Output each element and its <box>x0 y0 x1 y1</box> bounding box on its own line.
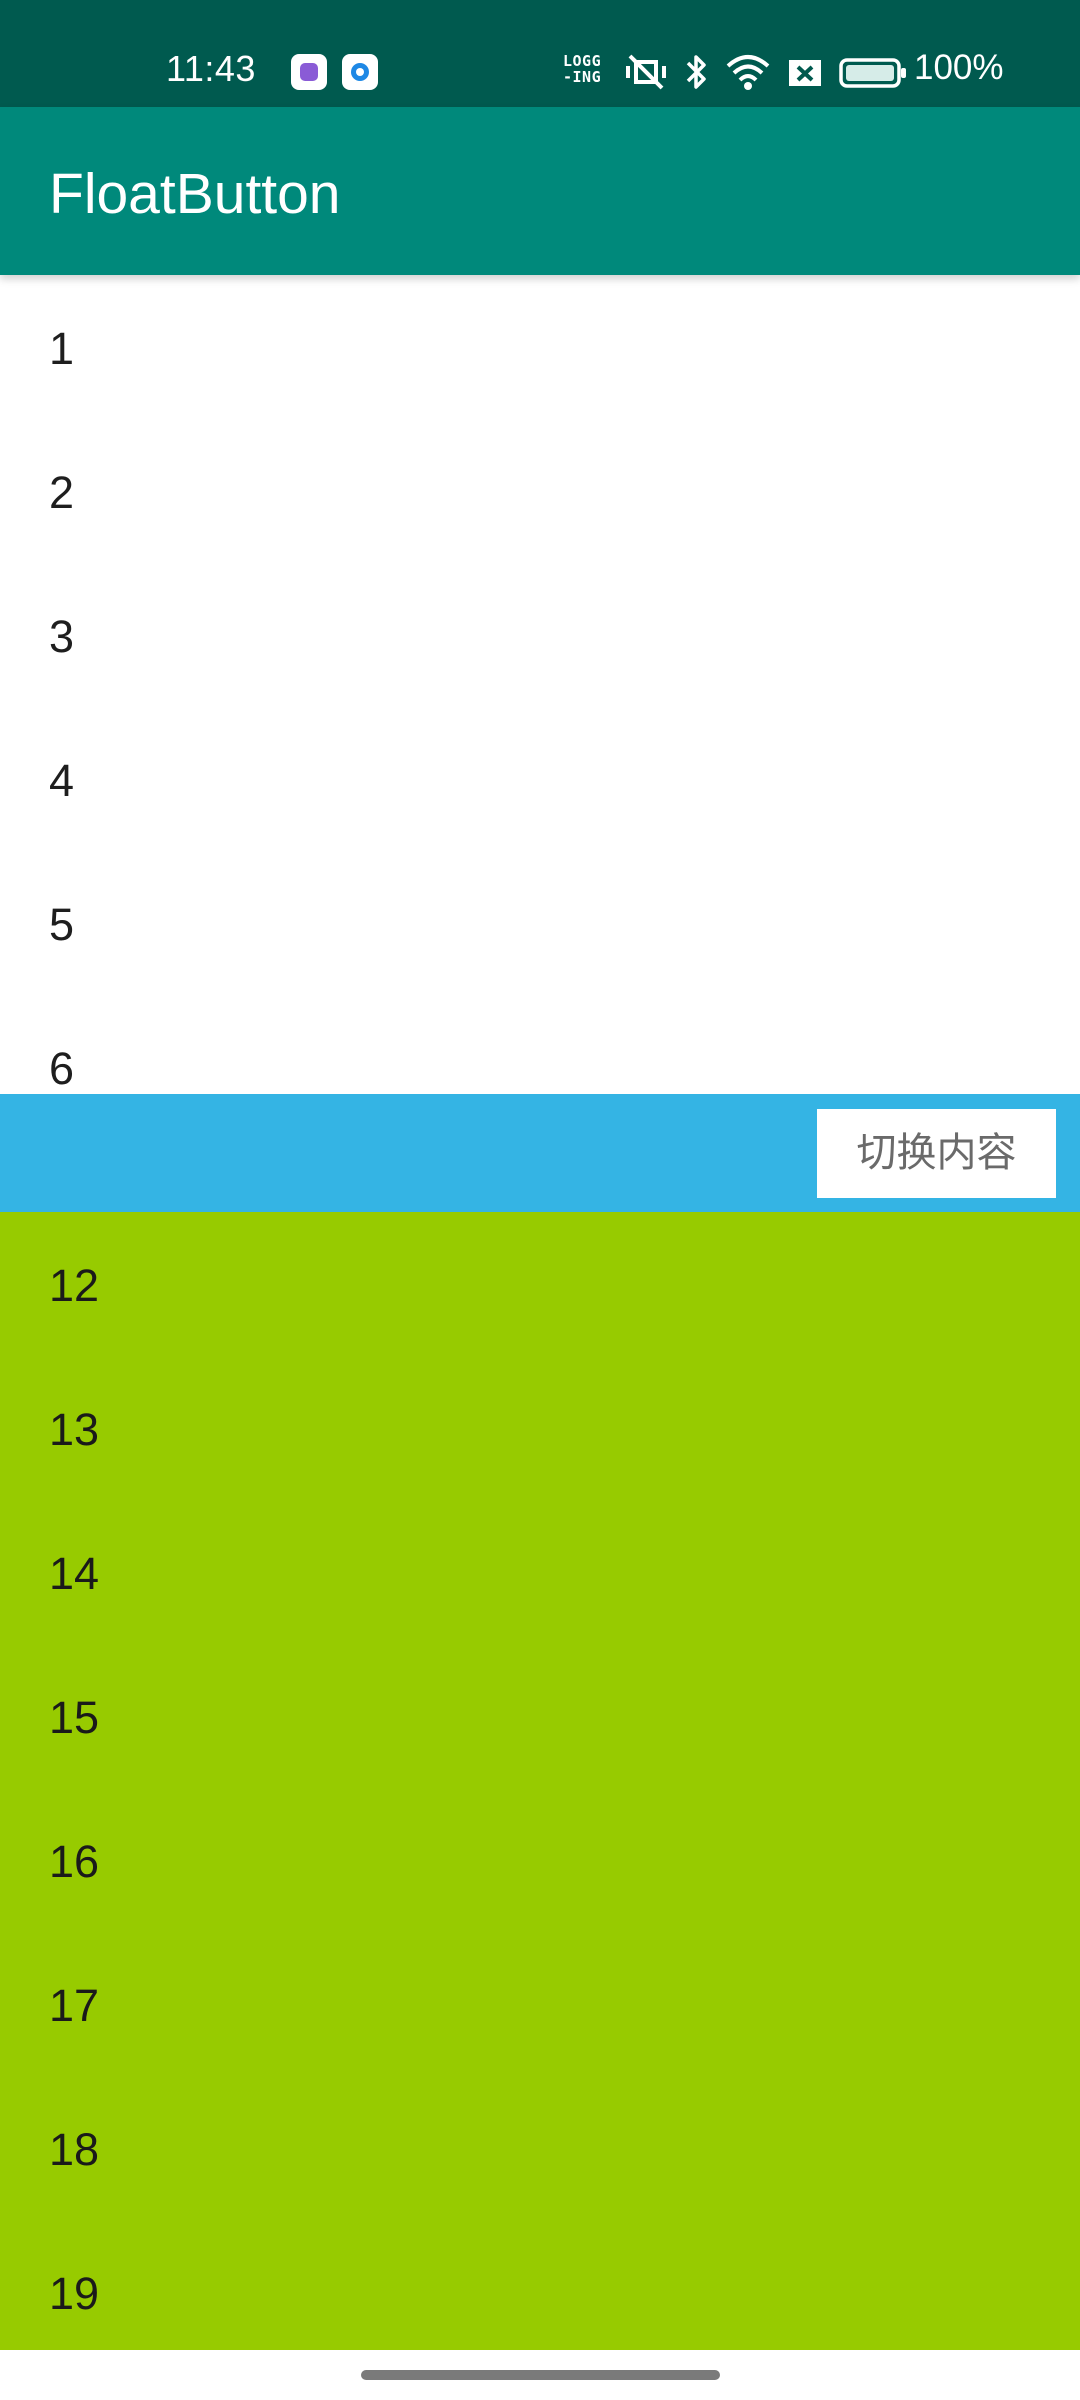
vibrate-off-icon <box>622 52 670 92</box>
list-item[interactable]: 18 <box>0 2076 1080 2220</box>
app-notification-icon <box>291 54 327 90</box>
status-time: 11:43 <box>166 48 256 89</box>
list-item-label: 16 <box>49 1836 100 1887</box>
list-item[interactable]: 16 <box>0 1788 1080 1932</box>
list-item-label: 18 <box>49 2124 100 2175</box>
battery-percent: 100% <box>914 48 1004 87</box>
page-title: FloatButton <box>49 162 341 226</box>
list-item-label: 12 <box>49 1260 100 1311</box>
floating-bar: 切换内容 <box>0 1094 1080 1212</box>
list-item[interactable]: 17 <box>0 1932 1080 2076</box>
top-list[interactable]: 1 2 3 4 5 6 <box>0 275 1080 1095</box>
bluetooth-icon <box>684 52 710 92</box>
list-item[interactable]: 19 <box>0 2220 1080 2350</box>
list-item-label: 1 <box>49 323 75 374</box>
app-screen: 11:43 LOGG -ING 100% FloatButton 1 2 3 4… <box>0 0 1080 2400</box>
list-item[interactable]: 12 <box>0 1212 1080 1356</box>
list-item-label: 2 <box>49 467 75 518</box>
navigation-bar <box>0 2350 1080 2400</box>
logging-icon: LOGG -ING <box>563 53 601 85</box>
list-item[interactable]: 5 <box>0 851 1080 995</box>
switch-content-button[interactable]: 切换内容 <box>817 1109 1056 1198</box>
logging-icon-bottom: -ING <box>563 68 602 86</box>
list-item[interactable]: 3 <box>0 563 1080 707</box>
battery-icon <box>838 52 908 92</box>
list-item-label: 13 <box>49 1404 100 1455</box>
app-bar: FloatButton <box>0 107 1080 275</box>
list-item-label: 3 <box>49 611 75 662</box>
list-item-label: 4 <box>49 755 75 806</box>
wifi-icon <box>724 52 772 92</box>
list-item-label: 14 <box>49 1548 100 1599</box>
list-item-label: 15 <box>49 1692 100 1743</box>
list-item[interactable]: 4 <box>0 707 1080 851</box>
list-item-label: 17 <box>49 1980 100 2031</box>
list-item[interactable]: 6 <box>0 995 1080 1095</box>
home-gesture-handle[interactable] <box>361 2370 720 2380</box>
list-item[interactable]: 2 <box>0 419 1080 563</box>
no-sim-icon <box>785 52 825 92</box>
status-bar: 11:43 LOGG -ING 100% <box>0 0 1080 107</box>
list-item-label: 6 <box>49 1043 75 1094</box>
list-item-label: 5 <box>49 899 75 950</box>
list-item[interactable]: 15 <box>0 1644 1080 1788</box>
list-item[interactable]: 14 <box>0 1500 1080 1644</box>
list-item[interactable]: 13 <box>0 1356 1080 1500</box>
bottom-list[interactable]: 11 12 13 14 15 16 17 18 19 <box>0 1212 1080 2350</box>
list-item[interactable]: 1 <box>0 275 1080 419</box>
list-item-label: 19 <box>49 2268 100 2319</box>
browser-notification-icon <box>342 54 378 90</box>
